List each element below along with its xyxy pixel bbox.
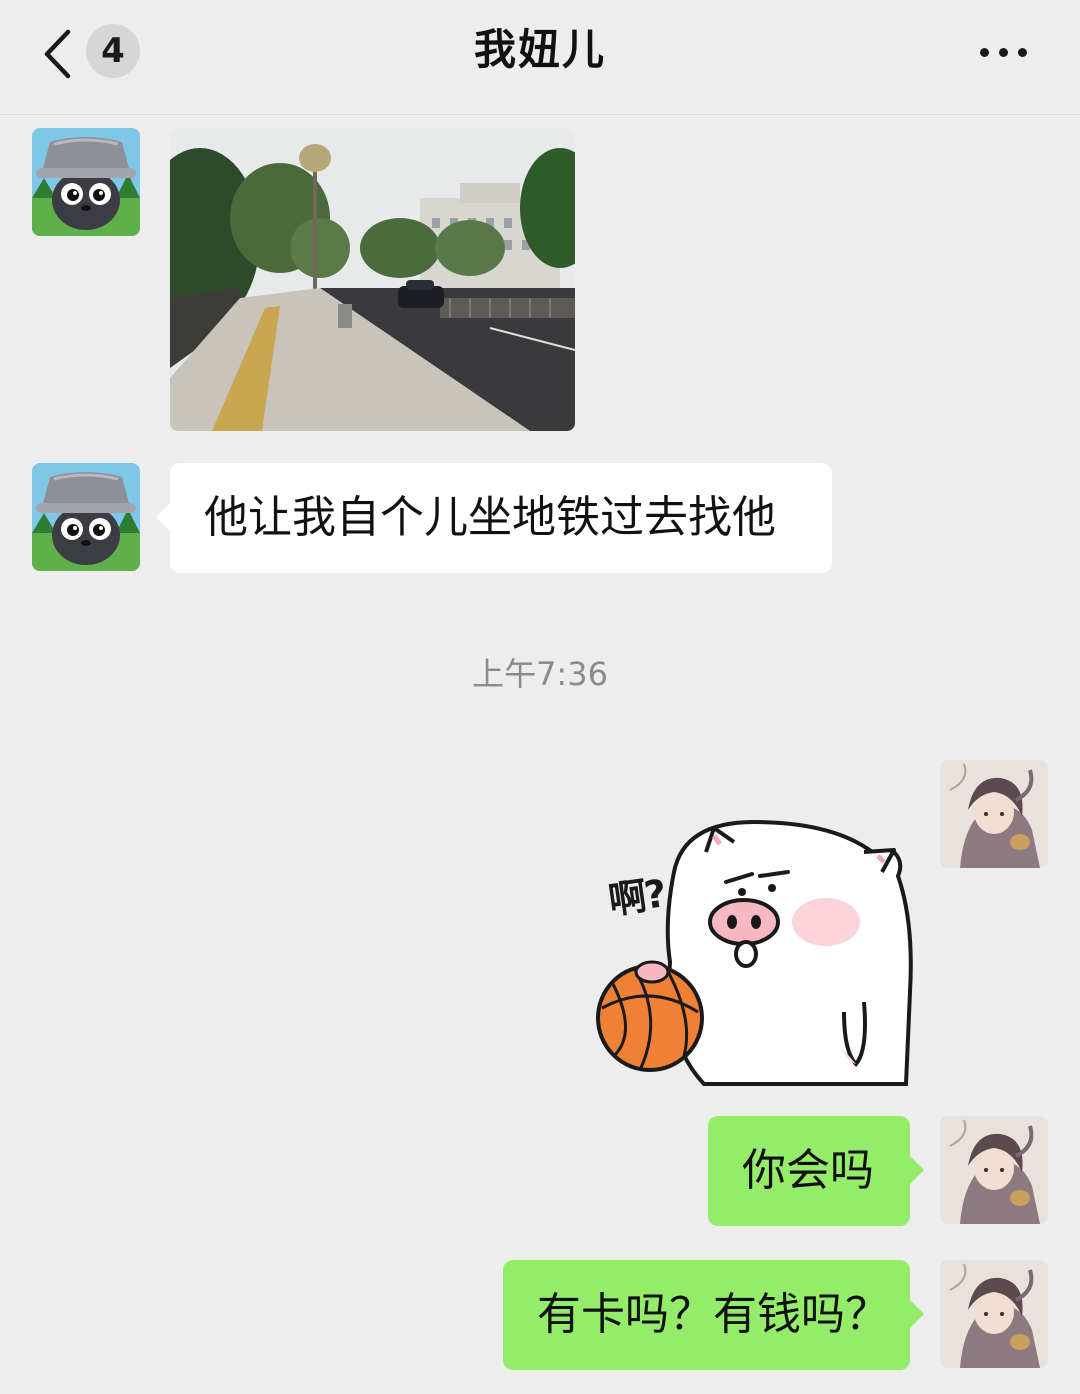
anime-avatar-icon <box>940 1260 1048 1368</box>
more-button[interactable] <box>972 30 1036 74</box>
image-message[interactable] <box>170 128 575 431</box>
message-timestamp: 上午7:36 <box>472 655 608 693</box>
chat-title: 我妞儿 <box>473 25 606 74</box>
my-avatar[interactable] <box>940 760 1048 868</box>
incoming-text-bubble[interactable]: 他让我自个儿坐地铁过去找他 <box>156 463 832 573</box>
contact-avatar[interactable] <box>32 128 140 236</box>
cartoon-avatar-icon <box>32 463 140 571</box>
pig-sticker-icon <box>596 819 913 1086</box>
outgoing-text-bubble[interactable]: 有卡吗？有钱吗？ <box>503 1260 924 1370</box>
chat-header: 4 我妞儿 <box>0 0 1080 115</box>
cartoon-avatar-icon <box>32 128 140 236</box>
anime-avatar-icon <box>940 760 1048 868</box>
street-photo-image <box>170 128 575 431</box>
outgoing-text-bubble[interactable]: 你会吗 <box>708 1116 924 1226</box>
message-text: 有卡吗？有钱吗？ <box>537 1289 889 1340</box>
my-avatar[interactable] <box>940 1116 1048 1224</box>
more-dots-icon <box>980 48 989 57</box>
sticker-text: 啊? <box>605 871 668 923</box>
message-text: 他让我自个儿坐地铁过去找他 <box>204 492 776 543</box>
anime-avatar-icon <box>940 1116 1048 1224</box>
message-text: 你会吗 <box>742 1145 874 1196</box>
contact-avatar[interactable] <box>32 463 140 571</box>
pig-basketball-sticker[interactable] <box>594 812 914 1086</box>
my-avatar[interactable] <box>940 1260 1048 1368</box>
